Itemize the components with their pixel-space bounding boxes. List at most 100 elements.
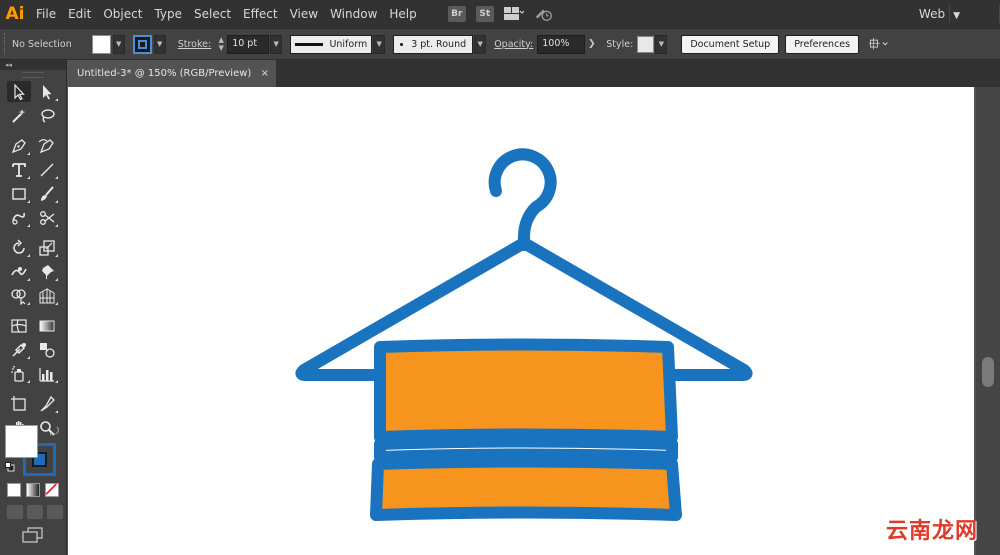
artboard-tool-icon[interactable]: [7, 393, 31, 414]
control-bar: No Selection ▼ ▼ Stroke: ▲ ▼ 10 pt ▼ Unif…: [0, 28, 1000, 60]
shaper-tool-icon[interactable]: [7, 207, 31, 228]
stroke-weight-input[interactable]: 10 pt: [227, 34, 270, 54]
panel-grip[interactable]: [4, 33, 8, 55]
brush-dropdown[interactable]: ▼: [474, 34, 487, 54]
profile-dropdown[interactable]: ▼: [373, 34, 386, 54]
gpu-performance-icon[interactable]: [534, 5, 554, 23]
stock-icon[interactable]: St: [475, 6, 494, 22]
symbol-sprayer-tool-icon[interactable]: [7, 363, 31, 384]
stroke-weight-stepper[interactable]: ▲ ▼: [215, 35, 227, 54]
column-graph-tool-icon[interactable]: [35, 363, 59, 384]
arrange-documents-icon[interactable]: [503, 5, 524, 23]
stroke-color-dropdown[interactable]: ▼: [153, 34, 166, 54]
curvature-tool-icon[interactable]: [35, 135, 59, 156]
menu-view[interactable]: View: [284, 0, 324, 28]
towel-upper-panel[interactable]: [374, 338, 678, 443]
brush-definition[interactable]: 3 pt. Round: [393, 34, 474, 54]
fill-color-box[interactable]: [5, 425, 38, 458]
pen-tool-icon[interactable]: [7, 135, 31, 156]
menu-file[interactable]: File: [30, 0, 62, 28]
draw-behind-icon[interactable]: [27, 505, 43, 519]
perspective-grid-tool-icon[interactable]: [35, 285, 59, 306]
vertical-scrollbar[interactable]: [976, 87, 1000, 555]
profile-label: Uniform: [329, 38, 368, 50]
menu-effect[interactable]: Effect: [237, 0, 284, 28]
fill-dropdown[interactable]: ▼: [112, 34, 125, 54]
canvas-area[interactable]: [68, 87, 976, 555]
watermark: 云南龙网: [885, 519, 978, 544]
opacity-input[interactable]: 100%: [537, 34, 586, 54]
type-tool-icon[interactable]: [7, 159, 31, 180]
collapse-panel-icon[interactable]: ◂◂: [0, 60, 66, 70]
stroke-color-swatch[interactable]: [132, 34, 152, 54]
artwork: [295, 148, 753, 521]
shape-builder-tool-icon[interactable]: [7, 285, 31, 306]
lasso-tool-icon[interactable]: [35, 105, 59, 126]
app-logo: Ai: [5, 4, 25, 24]
hanger-hook[interactable]: [488, 148, 557, 251]
opacity-label[interactable]: Opacity:: [494, 39, 533, 50]
stroke-label[interactable]: Stroke:: [178, 39, 211, 50]
artboard[interactable]: [68, 87, 974, 555]
fill-color-swatch[interactable]: [91, 34, 111, 54]
blend-tool-icon[interactable]: [35, 339, 59, 360]
menu-object[interactable]: Object: [97, 0, 148, 28]
scissors-tool-icon[interactable]: [35, 207, 59, 228]
eyedropper-tool-icon[interactable]: [7, 339, 31, 360]
draw-inside-icon[interactable]: [47, 505, 63, 519]
gradient-tool-icon[interactable]: [35, 315, 59, 336]
chevron-right-icon: ❯: [587, 39, 596, 49]
chevron-down-icon: ▼: [658, 40, 665, 48]
panel-grip[interactable]: [22, 72, 44, 78]
stroke-weight-dropdown[interactable]: ▼: [270, 34, 283, 54]
menu-select[interactable]: Select: [188, 0, 237, 28]
slice-tool-icon[interactable]: [35, 393, 59, 414]
direct-selection-tool-icon[interactable]: [35, 81, 59, 102]
selection-status: No Selection: [12, 38, 72, 50]
paintbrush-tool-icon[interactable]: [35, 183, 59, 204]
magic-wand-tool-icon[interactable]: [7, 105, 31, 126]
menu-help[interactable]: Help: [383, 0, 422, 28]
opacity-slider-button[interactable]: ❯: [585, 35, 598, 54]
screen-mode-icon[interactable]: [22, 527, 44, 543]
rotate-tool-icon[interactable]: [7, 237, 31, 258]
menu-type[interactable]: Type: [148, 0, 188, 28]
none-mode-icon[interactable]: [45, 483, 59, 497]
scale-tool-icon[interactable]: [35, 237, 59, 258]
document-setup-button[interactable]: Document Setup: [681, 34, 780, 54]
selection-tool-icon[interactable]: [7, 81, 31, 102]
line-segment-tool-icon[interactable]: [35, 159, 59, 180]
color-mode-icon[interactable]: [7, 483, 21, 497]
chevron-down-icon: ▼: [273, 40, 279, 48]
default-fill-stroke-icon[interactable]: [5, 462, 15, 472]
style-dropdown[interactable]: ▼: [655, 34, 668, 54]
menu-bar: Ai File Edit Object Type Select Effect V…: [0, 0, 1000, 28]
draw-normal-icon[interactable]: [7, 505, 23, 519]
preferences-button[interactable]: Preferences: [785, 34, 860, 54]
towel-lower-panel[interactable]: [370, 455, 682, 521]
workspace-switcher[interactable]: Web ▼: [919, 0, 960, 28]
tools-panel: ◂◂ ⤾: [0, 60, 67, 555]
warp-tool-icon[interactable]: [7, 261, 31, 282]
puppet-warp-tool-icon[interactable]: [35, 261, 59, 282]
gradient-mode-icon[interactable]: [26, 483, 40, 497]
document-tab-title: Untitled-3* @ 150% (RGB/Preview): [77, 68, 252, 79]
mesh-tool-icon[interactable]: [7, 315, 31, 336]
document-tab[interactable]: Untitled-3* @ 150% (RGB/Preview) ×: [68, 60, 276, 87]
menu-edit[interactable]: Edit: [62, 0, 97, 28]
menu-window[interactable]: Window: [324, 0, 383, 28]
swap-fill-stroke-icon[interactable]: ⤾: [50, 425, 59, 439]
workspace-label: Web: [918, 7, 946, 21]
rectangle-tool-icon[interactable]: [7, 183, 31, 204]
towel-stripe[interactable]: [374, 435, 678, 463]
scrollbar-thumb[interactable]: [982, 357, 994, 387]
close-icon[interactable]: ×: [261, 68, 269, 79]
bridge-icon[interactable]: Br: [447, 6, 466, 22]
chevron-down-icon: ▼: [157, 40, 163, 48]
graphic-style-swatch[interactable]: [637, 35, 655, 53]
variable-width-profile[interactable]: Uniform: [290, 34, 373, 54]
chevron-down-icon: ▼: [218, 44, 224, 52]
chevron-up-icon: ▲: [218, 36, 224, 44]
align-options-icon[interactable]: [869, 35, 889, 53]
profile-line-preview: [295, 42, 324, 46]
